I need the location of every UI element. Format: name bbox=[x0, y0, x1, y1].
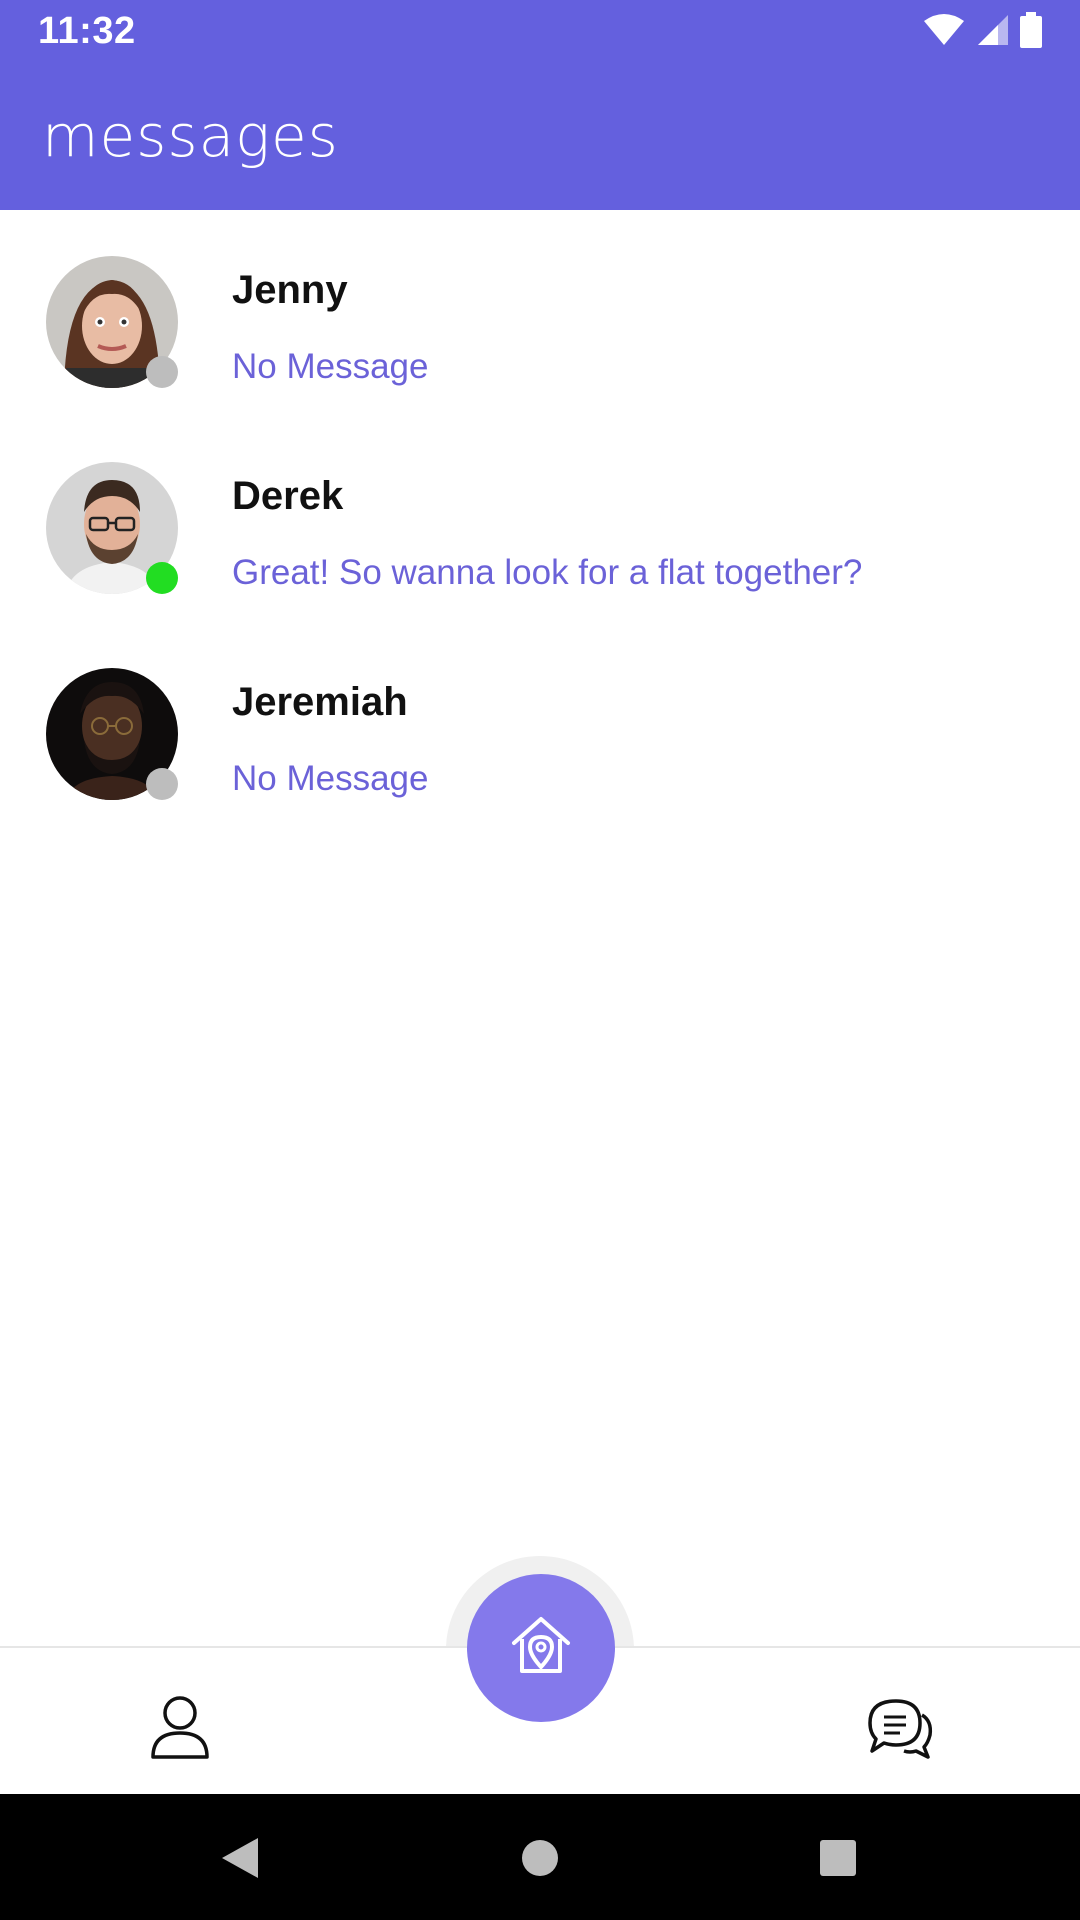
status-time: 11:32 bbox=[38, 10, 136, 52]
presence-indicator-offline bbox=[146, 356, 178, 388]
chat-icon[interactable] bbox=[860, 1688, 940, 1768]
presence-indicator-offline bbox=[146, 768, 178, 800]
signal-icon bbox=[976, 13, 1010, 52]
recents-icon[interactable] bbox=[808, 1830, 868, 1886]
presence-indicator-online bbox=[146, 562, 178, 594]
system-navigation-bar bbox=[0, 1794, 1080, 1920]
last-message: No Message bbox=[232, 347, 429, 386]
conversation-item[interactable]: Derek Great! So wanna look for a flat to… bbox=[0, 416, 1080, 622]
home-icon[interactable] bbox=[510, 1830, 570, 1886]
last-message: No Message bbox=[232, 759, 429, 798]
wifi-icon bbox=[922, 13, 966, 52]
conversation-item[interactable]: Jenny No Message bbox=[0, 210, 1080, 416]
contact-name: Jeremiah bbox=[232, 680, 408, 724]
page-title: messages bbox=[42, 102, 339, 170]
home-location-icon bbox=[508, 1613, 574, 1684]
app-bar: 11:32 messages bbox=[0, 0, 1080, 210]
profile-icon[interactable] bbox=[140, 1688, 220, 1768]
back-icon[interactable] bbox=[210, 1830, 270, 1886]
status-icons bbox=[922, 11, 1042, 53]
last-message: Great! So wanna look for a flat together… bbox=[232, 553, 863, 592]
home-location-button[interactable] bbox=[467, 1574, 615, 1722]
contact-name: Derek bbox=[232, 474, 344, 518]
contact-name: Jenny bbox=[232, 268, 348, 312]
conversation-list: Jenny No Message Derek Great! So wanna l… bbox=[0, 210, 1080, 828]
conversation-item[interactable]: Jeremiah No Message bbox=[0, 622, 1080, 828]
battery-icon bbox=[1020, 11, 1042, 53]
